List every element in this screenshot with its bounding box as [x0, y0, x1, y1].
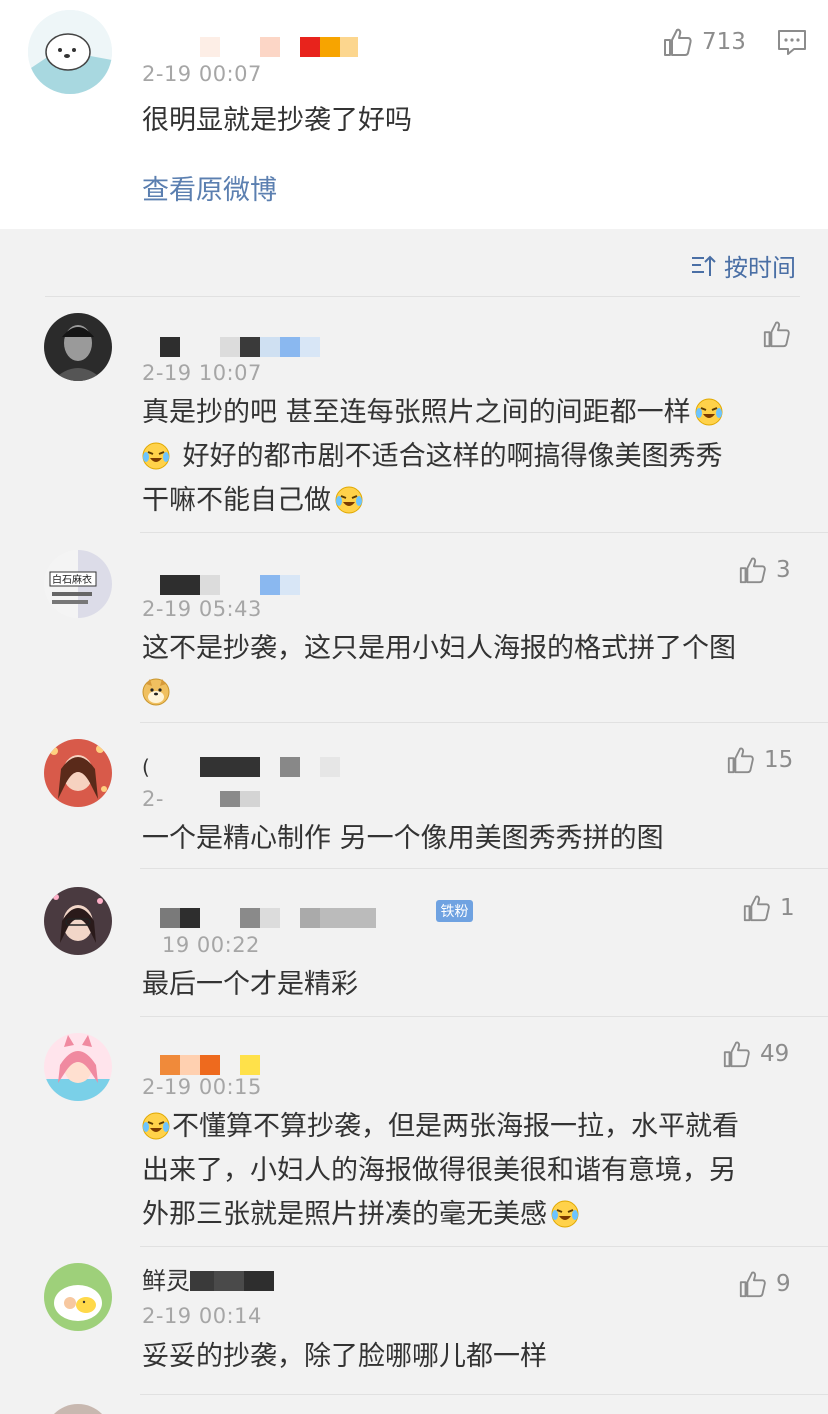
thumbs-up-icon	[763, 321, 790, 348]
thumbs-up-icon	[739, 1271, 766, 1298]
divider	[140, 532, 828, 533]
like-count: 15	[764, 747, 794, 773]
like-button[interactable]: 9	[738, 1269, 791, 1299]
divider	[45, 296, 800, 297]
avatar[interactable]	[44, 1263, 112, 1331]
like-button[interactable]: 49	[722, 1039, 789, 1069]
sort-by-time-button[interactable]: 按时间	[690, 248, 796, 283]
comment-text: 不懂算不算抄袭，但是两张海报一拉，水平就看 出来了，小妇人的海报做得很美很和谐有…	[142, 1110, 739, 1230]
doge-emoji	[142, 676, 170, 706]
laugh-cry-emoji	[335, 484, 363, 514]
comment-timestamp: 19 00:22	[162, 933, 260, 957]
avatar[interactable]	[44, 1404, 112, 1414]
laugh-cry-emoji	[695, 396, 723, 426]
like-button[interactable]: 15	[726, 745, 793, 775]
thumbs-up-icon	[727, 747, 754, 774]
laugh-cry-emoji	[551, 1198, 579, 1228]
username-redacted[interactable]	[200, 37, 358, 57]
username-visible-part: 鲜灵	[142, 1267, 190, 1295]
comment-timestamp: 2-19 00:15	[142, 1075, 262, 1099]
like-button[interactable]: 1	[742, 893, 795, 923]
divider	[140, 1394, 828, 1395]
comment-timestamp: 2-19 05:43	[142, 597, 262, 621]
thumbs-up-icon	[739, 557, 766, 584]
like-button[interactable]: 713	[662, 26, 746, 58]
divider	[140, 1016, 828, 1017]
comment-text: 真是抄的吧 甚至连每张照片之间的间距都一样 好好的都市剧不适合这样的啊搞得像美图…	[142, 396, 723, 516]
fan-badge: 铁粉	[436, 900, 473, 922]
avatar-text: 白石麻衣	[52, 573, 92, 586]
thumbs-up-icon	[664, 28, 692, 56]
comment-timestamp: 2-19 00:07	[142, 62, 262, 86]
comment-text: 妥妥的抄袭，除了脸哪哪儿都一样	[142, 1341, 547, 1372]
username-redacted[interactable]	[160, 337, 320, 357]
view-original-weibo-link[interactable]: 查看原微博	[142, 168, 277, 207]
avatar[interactable]	[44, 739, 112, 807]
like-count: 1	[780, 895, 795, 921]
avatar[interactable]: 白石麻衣	[44, 550, 112, 618]
thumbs-up-icon	[743, 895, 770, 922]
comment-text: 最后一个才是精彩	[142, 969, 358, 1000]
like-button[interactable]: 3	[738, 555, 791, 585]
comment-text: 很明显就是抄袭了好吗	[142, 105, 412, 136]
like-count: 3	[776, 557, 791, 583]
username-redacted[interactable]: (	[142, 757, 340, 777]
sort-icon	[692, 255, 716, 276]
avatar[interactable]	[44, 313, 112, 381]
username-redacted[interactable]	[160, 908, 376, 928]
comment-icon	[778, 30, 806, 55]
like-count: 713	[702, 29, 746, 55]
like-count: 49	[760, 1041, 790, 1067]
divider	[140, 722, 828, 723]
comment-text: 这不是抄袭，这只是用小妇人海报的格式拼了个图	[142, 627, 802, 715]
avatar[interactable]	[28, 10, 112, 94]
comment-timestamp: 2-19 00:14	[142, 1304, 262, 1328]
username-redacted[interactable]	[160, 1055, 260, 1075]
username-redacted[interactable]	[160, 575, 300, 595]
comment-text: 一个是精心制作 另一个像用美图秀秀拼的图	[142, 823, 664, 854]
divider	[140, 1246, 828, 1247]
comment-timestamp: 2-19 10:07	[142, 361, 262, 385]
reply-button[interactable]	[776, 26, 808, 58]
avatar[interactable]	[44, 1033, 112, 1101]
laugh-cry-emoji	[142, 1110, 170, 1140]
avatar[interactable]	[44, 887, 112, 955]
username-redacted[interactable]: 鲜灵	[142, 1267, 274, 1295]
like-count: 9	[776, 1271, 791, 1297]
divider	[140, 868, 828, 869]
sort-label: 按时间	[724, 254, 796, 282]
comment-timestamp: 2-	[142, 787, 260, 811]
like-button[interactable]	[762, 319, 792, 349]
laugh-cry-emoji	[142, 440, 170, 470]
thumbs-up-icon	[723, 1041, 750, 1068]
